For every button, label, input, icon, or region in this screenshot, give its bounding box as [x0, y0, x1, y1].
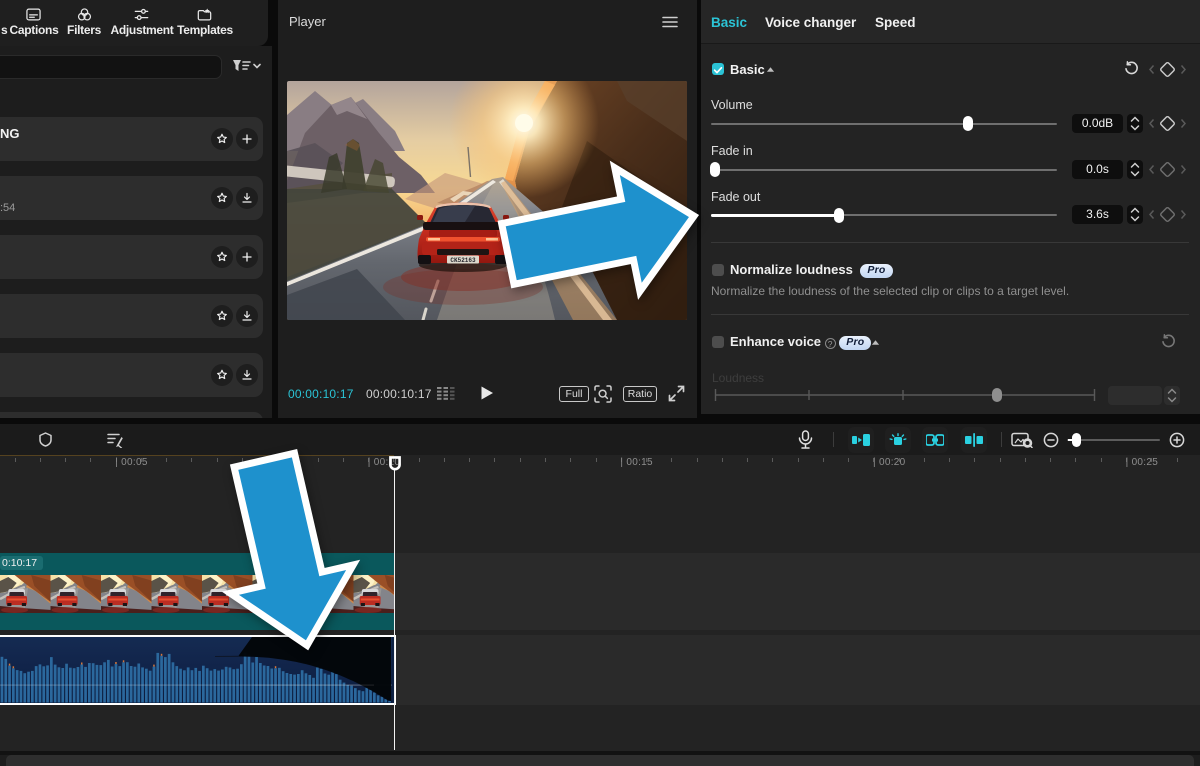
svg-text:CK52163: CK52163 — [450, 257, 476, 264]
